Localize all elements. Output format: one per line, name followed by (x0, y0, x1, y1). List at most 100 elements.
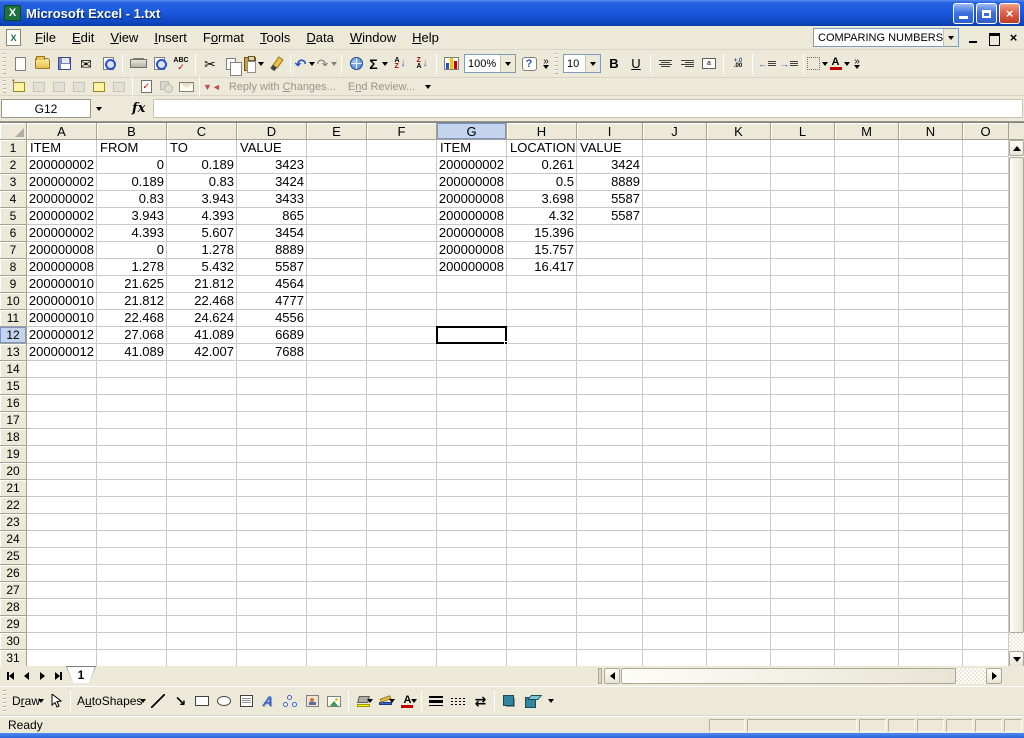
row-header-30[interactable]: 30 (0, 633, 27, 650)
cell-A5[interactable]: 200000002 (27, 208, 97, 225)
cell-C13[interactable]: 42.007 (167, 344, 237, 361)
wordart-button[interactable]: A (257, 690, 279, 712)
cell-A1[interactable]: ITEM (27, 140, 97, 157)
increase-decimal-button[interactable]: +.0.00 (727, 53, 749, 75)
name-box-dropdown[interactable] (91, 99, 106, 118)
fill-color-button[interactable] (352, 690, 374, 712)
scroll-right-button[interactable] (986, 668, 1002, 684)
row-header-25[interactable]: 25 (0, 548, 27, 565)
row-header-15[interactable]: 15 (0, 378, 27, 395)
scroll-up-button[interactable] (1009, 140, 1024, 156)
cell-D10[interactable]: 4777 (237, 293, 307, 310)
decrease-indent-button[interactable]: ← (756, 53, 778, 75)
menu-file[interactable]: File (27, 27, 64, 48)
row-header-3[interactable]: 3 (0, 174, 27, 191)
cell-D1[interactable]: VALUE (237, 140, 307, 157)
row-header-5[interactable]: 5 (0, 208, 27, 225)
cell-D8[interactable]: 5587 (237, 259, 307, 276)
cell-B8[interactable]: 1.278 (97, 259, 167, 276)
cell-I3[interactable]: 8889 (577, 174, 643, 191)
diagram-button[interactable] (279, 690, 301, 712)
cell-D13[interactable]: 7688 (237, 344, 307, 361)
row-header-12[interactable]: 12 (0, 327, 27, 344)
cell-D12[interactable]: 6689 (237, 327, 307, 344)
mail-recipient-button[interactable] (176, 79, 196, 95)
autoshapes-menu-button[interactable]: AutoShapes (74, 690, 147, 712)
row-header-20[interactable]: 20 (0, 463, 27, 480)
cell-D6[interactable]: 3454 (237, 225, 307, 242)
cell-C3[interactable]: 0.83 (167, 174, 237, 191)
merge-center-button[interactable]: a (698, 53, 720, 75)
format-painter-button[interactable] (265, 53, 287, 75)
previous-sheet-button[interactable] (18, 668, 34, 684)
ask-question-dropdown[interactable] (943, 29, 958, 46)
cell-G3[interactable]: 200000008 (437, 174, 507, 191)
workbook-close-button[interactable]: × (1007, 32, 1020, 44)
workbook-minimize-button[interactable] (967, 32, 980, 44)
cell-B10[interactable]: 21.812 (97, 293, 167, 310)
menu-window[interactable]: Window (342, 27, 404, 48)
name-box[interactable]: G12 (1, 99, 91, 118)
cell-C4[interactable]: 3.943 (167, 191, 237, 208)
row-header-14[interactable]: 14 (0, 361, 27, 378)
menu-tools[interactable]: Tools (252, 27, 298, 48)
cell-B5[interactable]: 3.943 (97, 208, 167, 225)
cell-G8[interactable]: 200000008 (437, 259, 507, 276)
copy-button[interactable] (221, 53, 243, 75)
cell-A3[interactable]: 200000002 (27, 174, 97, 191)
row-header-8[interactable]: 8 (0, 259, 27, 276)
vertical-scroll-track[interactable] (1009, 633, 1024, 651)
column-header-O[interactable]: O (963, 123, 1009, 140)
workbook-restore-button[interactable] (987, 32, 1000, 44)
ask-question-combobox[interactable]: COMPARING NUMBERS (813, 28, 959, 47)
cell-D3[interactable]: 3424 (237, 174, 307, 191)
print-button[interactable] (126, 53, 148, 75)
row-header-19[interactable]: 19 (0, 446, 27, 463)
cut-button[interactable]: ✂ (199, 53, 221, 75)
menu-insert[interactable]: Insert (146, 27, 195, 48)
row-header-26[interactable]: 26 (0, 565, 27, 582)
scroll-left-button[interactable] (604, 668, 620, 684)
vertical-scrollbar[interactable] (1009, 123, 1024, 667)
cell-A9[interactable]: 200000010 (27, 276, 97, 293)
row-header-31[interactable]: 31 (0, 650, 27, 667)
row-header-6[interactable]: 6 (0, 225, 27, 242)
save-button[interactable] (53, 53, 75, 75)
row-header-1[interactable]: 1 (0, 140, 27, 157)
cell-D9[interactable]: 4564 (237, 276, 307, 293)
cell-G1[interactable]: ITEM (437, 140, 507, 157)
cell-A7[interactable]: 200000008 (27, 242, 97, 259)
sort-ascending-button[interactable]: AZ ↓ (389, 53, 411, 75)
draw-font-color-button[interactable]: A (396, 690, 418, 712)
column-header-N[interactable]: N (899, 123, 963, 140)
borders-button[interactable] (807, 53, 829, 75)
sheet-tab-1[interactable]: 1 (66, 666, 96, 683)
cell-B4[interactable]: 0.83 (97, 191, 167, 208)
column-header-G[interactable]: G (437, 123, 507, 140)
row-header-18[interactable]: 18 (0, 429, 27, 446)
column-header-L[interactable]: L (771, 123, 835, 140)
rectangle-button[interactable] (191, 690, 213, 712)
toolbar-grip[interactable] (2, 80, 7, 94)
arrow-button[interactable]: ↘ (169, 690, 191, 712)
scroll-down-button[interactable] (1009, 651, 1024, 667)
draw-menu-button[interactable]: Draw (9, 690, 45, 712)
cell-B7[interactable]: 0 (97, 242, 167, 259)
cell-G7[interactable]: 200000008 (437, 242, 507, 259)
underline-button[interactable]: U (625, 53, 647, 75)
reviewing-options-dropdown[interactable] (425, 85, 431, 89)
update-file-button[interactable] (136, 79, 156, 95)
bold-button[interactable]: B (603, 53, 625, 75)
chart-wizard-button[interactable] (440, 53, 462, 75)
cell-C11[interactable]: 24.624 (167, 310, 237, 327)
cell-B3[interactable]: 0.189 (97, 174, 167, 191)
cell-I2[interactable]: 3424 (577, 157, 643, 174)
column-header-D[interactable]: D (237, 123, 307, 140)
row-header-23[interactable]: 23 (0, 514, 27, 531)
sort-descending-button[interactable]: ZA ↓ (411, 53, 433, 75)
cell-H5[interactable]: 4.32 (507, 208, 577, 225)
cell-B6[interactable]: 4.393 (97, 225, 167, 242)
menu-edit[interactable]: Edit (64, 27, 102, 48)
reply-with-changes-button[interactable]: Reply with Changes... (223, 81, 342, 93)
column-header-H[interactable]: H (507, 123, 577, 140)
